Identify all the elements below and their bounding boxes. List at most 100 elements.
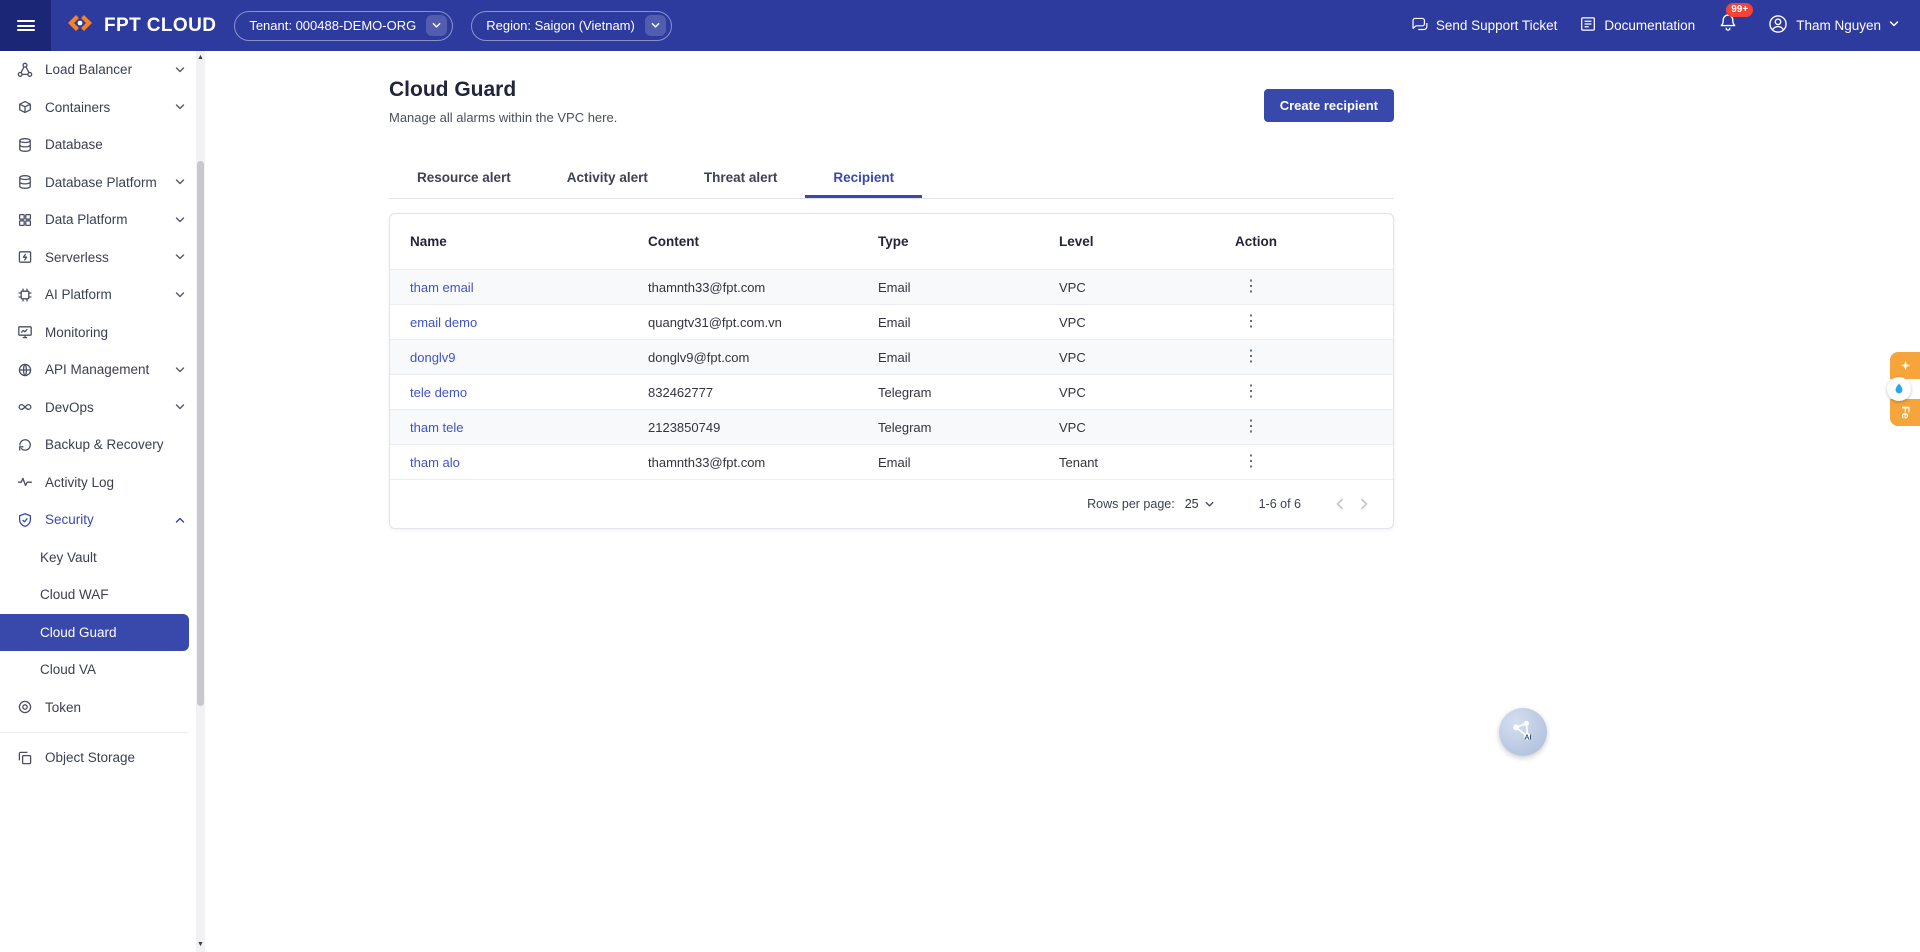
chevron-down-icon: [174, 401, 186, 413]
table-row: email demo quangtv31@fpt.com.vn Email VP…: [390, 304, 1393, 339]
recipient-name-link[interactable]: tham alo: [410, 455, 460, 470]
recipient-name-link[interactable]: tham tele: [410, 420, 463, 435]
sidebar-item-activity-log[interactable]: Activity Log: [0, 464, 196, 502]
recipient-type: Email: [858, 280, 1039, 295]
ai-platform-icon: [17, 286, 34, 303]
sidebar-item-label: Data Platform: [45, 212, 174, 227]
notifications-button[interactable]: 99+: [1717, 12, 1739, 39]
sidebar-item-cloud-guard[interactable]: Cloud Guard: [0, 614, 189, 652]
sidebar-item-devops[interactable]: DevOps: [0, 389, 196, 427]
load-balancer-icon: [17, 61, 34, 78]
recipient-level: VPC: [1039, 315, 1215, 330]
table-row: tham email thamnth33@fpt.com Email VPC ⋮: [390, 269, 1393, 304]
sidebar-scrollbar-thumb[interactable]: [197, 161, 204, 706]
sidebar-item-token[interactable]: Token: [0, 689, 196, 727]
sidebar-scrollbar[interactable]: ▲ ▼: [196, 51, 205, 952]
table-row: donglv9 donglv9@fpt.com Email VPC ⋮: [390, 339, 1393, 374]
tab-threat-alert[interactable]: Threat alert: [676, 160, 806, 198]
chevron-down-icon: [174, 64, 186, 76]
row-actions-menu-button[interactable]: ⋮: [1235, 382, 1267, 402]
recipient-level: Tenant: [1039, 455, 1215, 470]
recipient-name-link[interactable]: email demo: [410, 315, 477, 330]
activity-log-icon: [17, 474, 34, 491]
sidebar-item-object-storage[interactable]: Object Storage: [0, 739, 196, 777]
sidebar-item-serverless[interactable]: Serverless: [0, 239, 196, 277]
feedback-star-icon: [1890, 352, 1920, 379]
recipients-table-card: Name Content Type Level Action tham emai…: [389, 213, 1394, 529]
sidebar-item-load-balancer[interactable]: Load Balancer: [0, 51, 196, 89]
row-actions-menu-button[interactable]: ⋮: [1235, 452, 1267, 472]
row-actions-menu-button[interactable]: ⋮: [1235, 417, 1267, 437]
sidebar-item-label: Security: [45, 512, 174, 527]
serverless-icon: [17, 249, 34, 266]
tab-activity-alert[interactable]: Activity alert: [539, 160, 676, 198]
tab-resource-alert[interactable]: Resource alert: [389, 160, 539, 198]
scroll-down-arrow-icon[interactable]: ▼: [196, 940, 205, 950]
row-actions-menu-button[interactable]: ⋮: [1235, 347, 1267, 367]
containers-icon: [17, 99, 34, 116]
previous-page-button[interactable]: [1327, 494, 1352, 514]
user-avatar-icon: [1767, 13, 1789, 38]
page-header-text: Cloud Guard Manage all alarms within the…: [389, 78, 617, 125]
sidebar-item-database-platform[interactable]: Database Platform: [0, 164, 196, 202]
column-header-action: Action: [1215, 234, 1393, 249]
recipient-content: 832462777: [628, 385, 858, 400]
sidebar-item-label: Cloud VA: [40, 662, 96, 677]
security-shield-icon: [17, 511, 34, 528]
ai-molecule-icon: AI: [1507, 716, 1539, 748]
rows-per-page-value: 25: [1185, 497, 1199, 511]
recipient-name-link[interactable]: tele demo: [410, 385, 467, 400]
send-support-ticket-link[interactable]: Send Support Ticket: [1410, 15, 1558, 37]
tab-recipient[interactable]: Recipient: [805, 160, 922, 198]
tenant-selector[interactable]: Tenant: 000488-DEMO-ORG: [234, 11, 453, 41]
sidebar-item-monitoring[interactable]: Monitoring: [0, 314, 196, 352]
sidebar-item-api-management[interactable]: API Management: [0, 351, 196, 389]
sidebar-item-data-platform[interactable]: Data Platform: [0, 201, 196, 239]
chevron-down-icon: [174, 214, 186, 226]
water-droplet-icon: [1887, 377, 1911, 401]
recipient-type: Telegram: [858, 385, 1039, 400]
recipient-type: Email: [858, 350, 1039, 365]
chevron-down-icon: [1888, 18, 1900, 33]
sidebar-item-label: Backup & Recovery: [45, 437, 186, 452]
sidebar-item-containers[interactable]: Containers: [0, 89, 196, 127]
sidebar-item-label: Serverless: [45, 250, 174, 265]
sidebar-item-ai-platform[interactable]: AI Platform: [0, 276, 196, 314]
page-subtitle: Manage all alarms within the VPC here.: [389, 110, 617, 125]
recipient-name-link[interactable]: donglv9: [410, 350, 456, 365]
scroll-up-arrow-icon[interactable]: ▲: [196, 53, 205, 63]
next-page-button[interactable]: [1352, 494, 1377, 514]
hamburger-menu-icon[interactable]: [0, 0, 51, 51]
user-menu[interactable]: Tham Nguyen: [1767, 13, 1900, 38]
row-actions-menu-button[interactable]: ⋮: [1235, 312, 1267, 332]
api-management-icon: [17, 361, 34, 378]
sidebar-item-key-vault[interactable]: Key Vault: [0, 539, 196, 577]
sidebar-item-label: Database: [45, 137, 186, 152]
create-recipient-button[interactable]: Create recipient: [1264, 89, 1394, 122]
fpt-logo-icon: [65, 10, 95, 41]
recipient-name-link[interactable]: tham email: [410, 280, 474, 295]
support-chat-icon: [1410, 15, 1429, 37]
sidebar-item-cloud-va[interactable]: Cloud VA: [0, 651, 196, 689]
tenant-label: Tenant: 000488-DEMO-ORG: [249, 18, 416, 33]
rows-per-page-select[interactable]: 25: [1185, 497, 1215, 511]
sidebar-item-backup-recovery[interactable]: Backup & Recovery: [0, 426, 196, 464]
sidebar-item-cloud-waf[interactable]: Cloud WAF: [0, 576, 196, 614]
column-header-type: Type: [858, 234, 1039, 249]
documentation-icon: [1579, 15, 1597, 36]
recipient-type: Email: [858, 455, 1039, 470]
sidebar-item-security[interactable]: Security: [0, 501, 196, 539]
bell-icon: [1717, 21, 1739, 38]
brand-logo[interactable]: FPT CLOUD: [65, 10, 216, 41]
svg-text:AI: AI: [1524, 733, 1531, 741]
recipient-content: thamnth33@fpt.com: [628, 280, 858, 295]
recipient-level: VPC: [1039, 385, 1215, 400]
region-selector[interactable]: Region: Saigon (Vietnam): [471, 11, 672, 41]
recipient-level: VPC: [1039, 420, 1215, 435]
row-actions-menu-button[interactable]: ⋮: [1235, 277, 1267, 297]
documentation-link[interactable]: Documentation: [1579, 15, 1695, 36]
ai-assistant-button[interactable]: AI: [1499, 708, 1547, 756]
sidebar-item-database[interactable]: Database: [0, 126, 196, 164]
recipient-content: thamnth33@fpt.com: [628, 455, 858, 470]
feedback-side-tab[interactable]: Fe: [1890, 352, 1920, 426]
